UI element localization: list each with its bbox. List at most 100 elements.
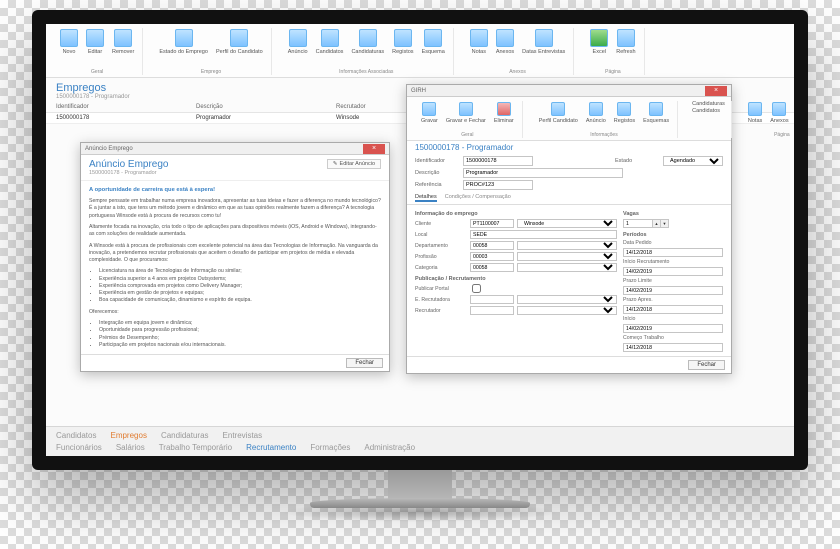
tab-recrutamento[interactable]: Recrutamento (246, 443, 296, 452)
identificador-input[interactable] (463, 156, 533, 166)
registos-button[interactable]: Registos (612, 101, 637, 125)
edit-icon (86, 29, 104, 47)
data-pedido-label: Data Pedido (623, 240, 675, 246)
tab-candidaturas[interactable]: Candidaturas (161, 431, 209, 440)
tab-funcionarios[interactable]: Funcionários (56, 443, 102, 452)
profissao-select[interactable] (517, 252, 617, 261)
close-button[interactable]: × (363, 144, 385, 154)
eliminar-button[interactable]: Eliminar (492, 101, 516, 125)
ribbon-estado-button[interactable]: Estado do Emprego (157, 28, 210, 56)
estado-select[interactable]: Agendado (663, 156, 723, 166)
prazo-limite-input[interactable] (623, 286, 723, 295)
inicio-input[interactable] (623, 324, 723, 333)
comeco-input[interactable] (623, 343, 723, 352)
main-ribbon: Novo Editar Remover Geral Estado do Empr… (46, 24, 794, 78)
local-input[interactable] (470, 230, 617, 239)
prazo-apres-input[interactable] (623, 305, 723, 314)
anuncio-para: A Winsode está à procura de profissionai… (89, 243, 381, 265)
ribbon-novo-button[interactable]: Novo (58, 28, 80, 56)
perfil-button[interactable]: Perfil Candidato (537, 101, 580, 125)
col-header[interactable]: Recrutador (336, 104, 416, 110)
tab-detalhes[interactable]: Detalhes (415, 194, 437, 202)
save-icon (422, 102, 436, 116)
chevron-down-icon[interactable]: ▼ (661, 219, 669, 228)
departamento-label: Departamento (415, 243, 467, 249)
publicar-checkbox[interactable] (470, 284, 483, 293)
anuncio-titlebar[interactable]: Anúncio Emprego × (81, 143, 389, 155)
screen: Novo Editar Remover Geral Estado do Empr… (46, 24, 794, 456)
departamento-input[interactable] (470, 241, 514, 250)
vagas-input[interactable] (623, 219, 653, 228)
tab-condicoes[interactable]: Condições / Compensação (445, 194, 511, 202)
tab-admin[interactable]: Administração (364, 443, 415, 452)
ad-icon (589, 102, 603, 116)
col-header[interactable]: Descrição (196, 104, 276, 110)
ribbon-remover-button[interactable]: Remover (110, 28, 136, 56)
detalhes-titlebar[interactable]: GIRH × (407, 85, 731, 97)
tab-entrevistas[interactable]: Entrevistas (223, 431, 263, 440)
vagas-stepper[interactable]: ▲ ▼ (623, 219, 669, 228)
inicio-rec-input[interactable] (623, 267, 723, 276)
ribbon-refresh-button[interactable]: Refresh (614, 28, 637, 56)
categoria-input[interactable] (470, 263, 514, 272)
departamento-select[interactable] (517, 241, 617, 250)
recrutador-select[interactable] (517, 306, 617, 315)
list-item: Boa capacidade de comunicação, dinamismo… (99, 297, 381, 304)
identificador-label: Identificador (415, 158, 459, 164)
profissao-input[interactable] (470, 252, 514, 261)
ribbon-datas-button[interactable]: Datas Entrevistas (520, 28, 567, 56)
chevron-up-icon[interactable]: ▲ (653, 219, 661, 228)
tab-formacoes[interactable]: Formações (310, 443, 350, 452)
col-header[interactable]: Identificador (56, 104, 136, 110)
ribbon-editar-button[interactable]: Editar (84, 28, 106, 56)
cell-id: 1500000178 (56, 115, 136, 121)
close-button[interactable]: × (705, 86, 727, 96)
cliente-name-select[interactable]: Winsode (517, 219, 617, 228)
recrutadora-select[interactable] (517, 295, 617, 304)
ribbon-esquema-button[interactable]: Esquema (420, 28, 447, 56)
ribbon-notas-button[interactable]: Notas (468, 28, 490, 56)
candidatos-link[interactable]: Candidatos (692, 108, 725, 114)
anuncio-button[interactable]: Anúncio (584, 101, 608, 125)
data-pedido-input[interactable] (623, 248, 723, 257)
recrutador-input[interactable] (470, 306, 514, 315)
list-item: Oportunidade para progressão profissiona… (99, 327, 381, 334)
ribbon-group-label: Emprego (201, 69, 221, 75)
tab-trabtemp[interactable]: Trabalho Temporário (159, 443, 232, 452)
ad-icon (289, 29, 307, 47)
records-icon (617, 102, 631, 116)
gravar-fechar-button[interactable]: Gravar e Fechar (444, 101, 488, 125)
tab-candidatos[interactable]: Candidatos (56, 431, 96, 440)
recrutador-label: Recrutador (415, 308, 467, 314)
ribbon-anuncio-button[interactable]: Anúncio (286, 28, 310, 56)
referencia-input[interactable] (463, 180, 533, 190)
anuncio-offer-label: Oferecemos: (89, 309, 381, 316)
edit-anuncio-button[interactable]: ✎ Editar Anúncio (327, 159, 381, 169)
fechar-button[interactable]: Fechar (688, 360, 725, 370)
ribbon-group-label: Página (605, 69, 621, 75)
recrutadora-input[interactable] (470, 295, 514, 304)
notas-button[interactable]: Notas (746, 101, 764, 125)
anuncio-para: Altamente focada na inovação, cria todo … (89, 224, 381, 239)
anuncio-window: Anúncio Emprego × Anúncio Emprego 150000… (80, 142, 390, 372)
categoria-select[interactable] (517, 263, 617, 272)
fechar-button[interactable]: Fechar (346, 358, 383, 368)
ribbon-perfil-button[interactable]: Perfil do Candidato (214, 28, 265, 56)
descricao-input[interactable] (463, 168, 623, 178)
ribbon-excel-button[interactable]: Excel (588, 28, 610, 56)
section-title: Publicação / Recrutamento (415, 276, 617, 282)
cliente-code-input[interactable] (470, 219, 514, 228)
tab-salarios[interactable]: Salários (116, 443, 145, 452)
prazo-apres-label: Prazo Apres. (623, 297, 675, 303)
ribbon-registos-button[interactable]: Registos (390, 28, 415, 56)
esquemas-button[interactable]: Esquemas (641, 101, 671, 125)
ribbon-group-label: Geral (91, 69, 103, 75)
ribbon-candidatos-button[interactable]: Candidatos (314, 28, 346, 56)
ribbon-anexos-button[interactable]: Anexos (494, 28, 516, 56)
schema-icon (424, 29, 442, 47)
anexos-button[interactable]: Anexos (768, 101, 790, 125)
tab-empregos[interactable]: Empregos (110, 431, 146, 440)
gravar-button[interactable]: Gravar (419, 101, 440, 125)
ribbon-candidaturas-button[interactable]: Candidaturas (349, 28, 386, 56)
candidaturas-link[interactable]: Candidaturas (692, 101, 725, 107)
